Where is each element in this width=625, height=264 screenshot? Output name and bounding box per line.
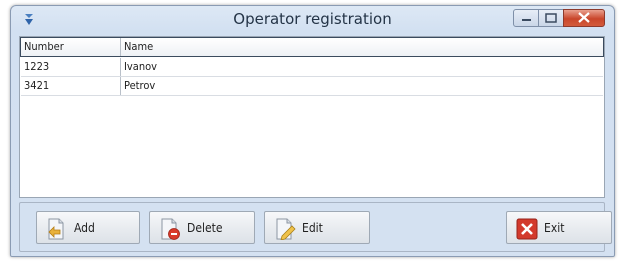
exit-button-label: Exit (544, 221, 565, 235)
edit-button-label: Edit (302, 221, 323, 235)
cell-name[interactable]: Petrov (121, 77, 603, 95)
add-button[interactable]: Add (36, 211, 140, 244)
button-panel: Add Delete Edit Exit (19, 202, 612, 252)
table-row[interactable]: 1223 Ivanov (21, 58, 603, 77)
edit-document-icon (274, 218, 296, 241)
edit-button[interactable]: Edit (264, 211, 370, 244)
add-button-label: Add (74, 221, 95, 235)
operator-registration-window: Operator registration Number Name 1223 I… (10, 5, 615, 257)
add-document-icon (46, 218, 68, 240)
operators-table[interactable]: Number Name 1223 Ivanov 3421 Petrov (19, 36, 605, 198)
table-header: Number Name (20, 37, 604, 57)
maximize-icon (545, 13, 557, 23)
delete-button[interactable]: Delete (149, 211, 255, 244)
close-x-icon (516, 218, 538, 240)
minimize-button[interactable] (513, 9, 539, 27)
column-header-name[interactable]: Name (121, 38, 603, 56)
close-button[interactable] (563, 9, 605, 27)
minimize-icon (522, 19, 531, 21)
cell-number[interactable]: 1223 (21, 58, 121, 76)
column-header-number[interactable]: Number (21, 38, 121, 56)
maximize-button[interactable] (538, 9, 564, 27)
cell-name[interactable]: Ivanov (121, 58, 603, 76)
close-icon (578, 12, 590, 23)
table-row[interactable]: 3421 Petrov (21, 77, 603, 96)
exit-button[interactable]: Exit (506, 211, 612, 244)
title-bar[interactable]: Operator registration (11, 6, 614, 34)
cell-number[interactable]: 3421 (21, 77, 121, 95)
delete-button-label: Delete (187, 221, 223, 235)
delete-document-icon (159, 218, 181, 240)
